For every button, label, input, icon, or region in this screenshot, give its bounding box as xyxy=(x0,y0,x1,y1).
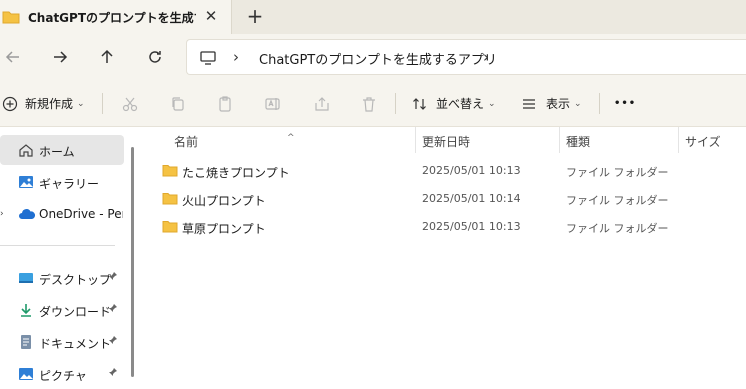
nav-item-label: ホーム xyxy=(39,145,75,159)
arrow-left-icon xyxy=(5,51,19,63)
column-header-size[interactable]: サイズ xyxy=(685,133,721,150)
nav-item-documents[interactable]: ドキュメント xyxy=(0,327,124,357)
breadcrumb-current[interactable]: ChatGPTのプロンプトを生成するアプリ xyxy=(259,49,497,68)
table-row[interactable]: たこ焼きプロンプト 2025/05/01 10:13 ファイル フォルダー xyxy=(140,157,746,185)
column-divider[interactable] xyxy=(559,127,560,153)
file-name: 火山プロンプト xyxy=(182,194,266,208)
table-row[interactable]: 火山プロンプト 2025/05/01 10:14 ファイル フォルダー xyxy=(140,185,746,213)
view-list-icon xyxy=(523,98,535,109)
file-type: ファイル フォルダー xyxy=(566,194,669,207)
file-modified: 2025/05/01 10:13 xyxy=(422,164,521,177)
folder-icon xyxy=(162,164,178,180)
nav-item-pictures[interactable]: ピクチャ xyxy=(0,359,124,389)
new-button[interactable]: 新規作成 ⌄ xyxy=(2,80,85,127)
copy-button[interactable] xyxy=(169,80,187,127)
pin-icon[interactable] xyxy=(108,271,118,284)
sort-icon xyxy=(413,97,426,110)
column-header-modified[interactable]: 更新日時 xyxy=(422,133,470,150)
column-header-type[interactable]: 種類 xyxy=(566,133,590,150)
chevron-down-icon: ⌄ xyxy=(77,98,85,109)
plus-circle-icon xyxy=(2,96,18,111)
desktop-icon xyxy=(18,270,34,286)
nav-item-label: ギャラリー xyxy=(39,177,100,191)
folder-icon xyxy=(162,220,178,236)
up-button[interactable] xyxy=(97,47,117,67)
gallery-icon xyxy=(18,174,34,190)
divider xyxy=(395,93,396,114)
column-divider[interactable] xyxy=(678,127,679,153)
documents-icon xyxy=(18,334,34,350)
file-list: ^ 名前 更新日時 種類 サイズ たこ焼きプロンプト 2025/05/01 10… xyxy=(140,127,746,389)
share-button[interactable] xyxy=(313,80,331,127)
refresh-icon xyxy=(149,51,161,63)
download-icon xyxy=(18,302,34,318)
nav-item-home[interactable]: ホーム xyxy=(0,135,124,165)
pin-icon[interactable] xyxy=(108,367,118,380)
chevron-down-icon: ⌄ xyxy=(488,98,496,109)
address-bar[interactable]: › ChatGPTのプロンプトを生成するアプリ › xyxy=(186,39,746,75)
folder-icon xyxy=(2,10,20,27)
folder-icon xyxy=(162,192,178,208)
sort-button[interactable]: 並べ替え ⌄ xyxy=(412,80,496,127)
nav-item-onedrive[interactable]: OneDrive - Perso xyxy=(0,199,124,229)
nav-item-gallery[interactable]: ギャラリー xyxy=(0,167,124,197)
view-label: 表示 xyxy=(546,97,571,111)
table-row[interactable]: 草原プロンプト 2025/05/01 10:13 ファイル フォルダー xyxy=(140,213,746,241)
navigation-bar: › ChatGPTのプロンプトを生成するアプリ › xyxy=(0,34,746,80)
pin-icon[interactable] xyxy=(108,335,118,348)
divider xyxy=(599,93,600,114)
nav-item-downloads[interactable]: ダウンロード xyxy=(0,295,124,325)
pictures-icon xyxy=(18,366,34,382)
delete-button[interactable] xyxy=(360,80,378,127)
share-icon xyxy=(315,96,329,111)
divider xyxy=(102,93,103,114)
sort-indicator-icon: ^ xyxy=(287,133,295,143)
column-header-name[interactable]: 名前 xyxy=(174,133,198,150)
chevron-down-icon: ⌄ xyxy=(574,98,582,109)
nav-item-label: OneDrive - Perso xyxy=(39,207,123,221)
trash-icon xyxy=(363,96,375,112)
new-label: 新規作成 xyxy=(25,97,74,111)
file-name: たこ焼きプロンプト xyxy=(182,166,290,180)
nav-item-desktop[interactable]: デスクトップ xyxy=(0,263,124,293)
new-tab-button[interactable]: + xyxy=(245,6,265,26)
divider xyxy=(0,245,115,246)
clipboard-icon xyxy=(219,95,231,112)
arrow-right-icon xyxy=(54,51,68,63)
arrow-up-icon xyxy=(101,49,113,63)
file-modified: 2025/05/01 10:13 xyxy=(422,220,521,233)
command-bar: 新規作成 ⌄ 並べ替え ⌄ 表示 ⌄ ••• xyxy=(0,80,746,127)
more-icon: ••• xyxy=(614,98,637,109)
computer-icon xyxy=(199,50,217,69)
view-button[interactable]: 表示 ⌄ xyxy=(521,80,582,127)
rename-button[interactable] xyxy=(264,80,282,127)
onedrive-icon xyxy=(18,206,36,222)
column-header-row: ^ 名前 更新日時 種類 サイズ xyxy=(140,127,746,153)
sort-label: 並べ替え xyxy=(436,97,485,111)
more-options-button[interactable]: ••• xyxy=(614,80,636,127)
cut-button[interactable] xyxy=(121,80,139,127)
file-name: 草原プロンプト xyxy=(182,222,266,236)
navigation-pane: ホーム ギャラリー › OneDrive - Perso デスクトップ ダウンロ… xyxy=(0,127,138,389)
tab-close-button[interactable]: ✕ xyxy=(203,8,219,24)
back-button[interactable] xyxy=(3,47,23,67)
refresh-button[interactable] xyxy=(145,47,165,67)
forward-button[interactable] xyxy=(50,47,70,67)
copy-icon xyxy=(172,96,184,111)
file-modified: 2025/05/01 10:14 xyxy=(422,192,521,205)
breadcrumb-separator[interactable]: › xyxy=(233,48,239,66)
tab-strip: ChatGPTのプロンプトを生成するア ✕ + xyxy=(0,0,746,34)
pin-icon[interactable] xyxy=(108,303,118,316)
column-divider[interactable] xyxy=(415,127,416,153)
scrollbar[interactable] xyxy=(131,147,134,377)
paste-button[interactable] xyxy=(216,80,234,127)
breadcrumb-separator[interactable]: › xyxy=(483,48,489,66)
tab-title: ChatGPTのプロンプトを生成するア xyxy=(28,11,196,25)
home-icon xyxy=(18,142,34,158)
file-type: ファイル フォルダー xyxy=(566,166,669,179)
rename-icon xyxy=(265,97,280,110)
file-type: ファイル フォルダー xyxy=(566,222,669,235)
scissors-icon xyxy=(122,97,138,111)
tab-active[interactable]: ChatGPTのプロンプトを生成するア ✕ xyxy=(0,0,232,34)
